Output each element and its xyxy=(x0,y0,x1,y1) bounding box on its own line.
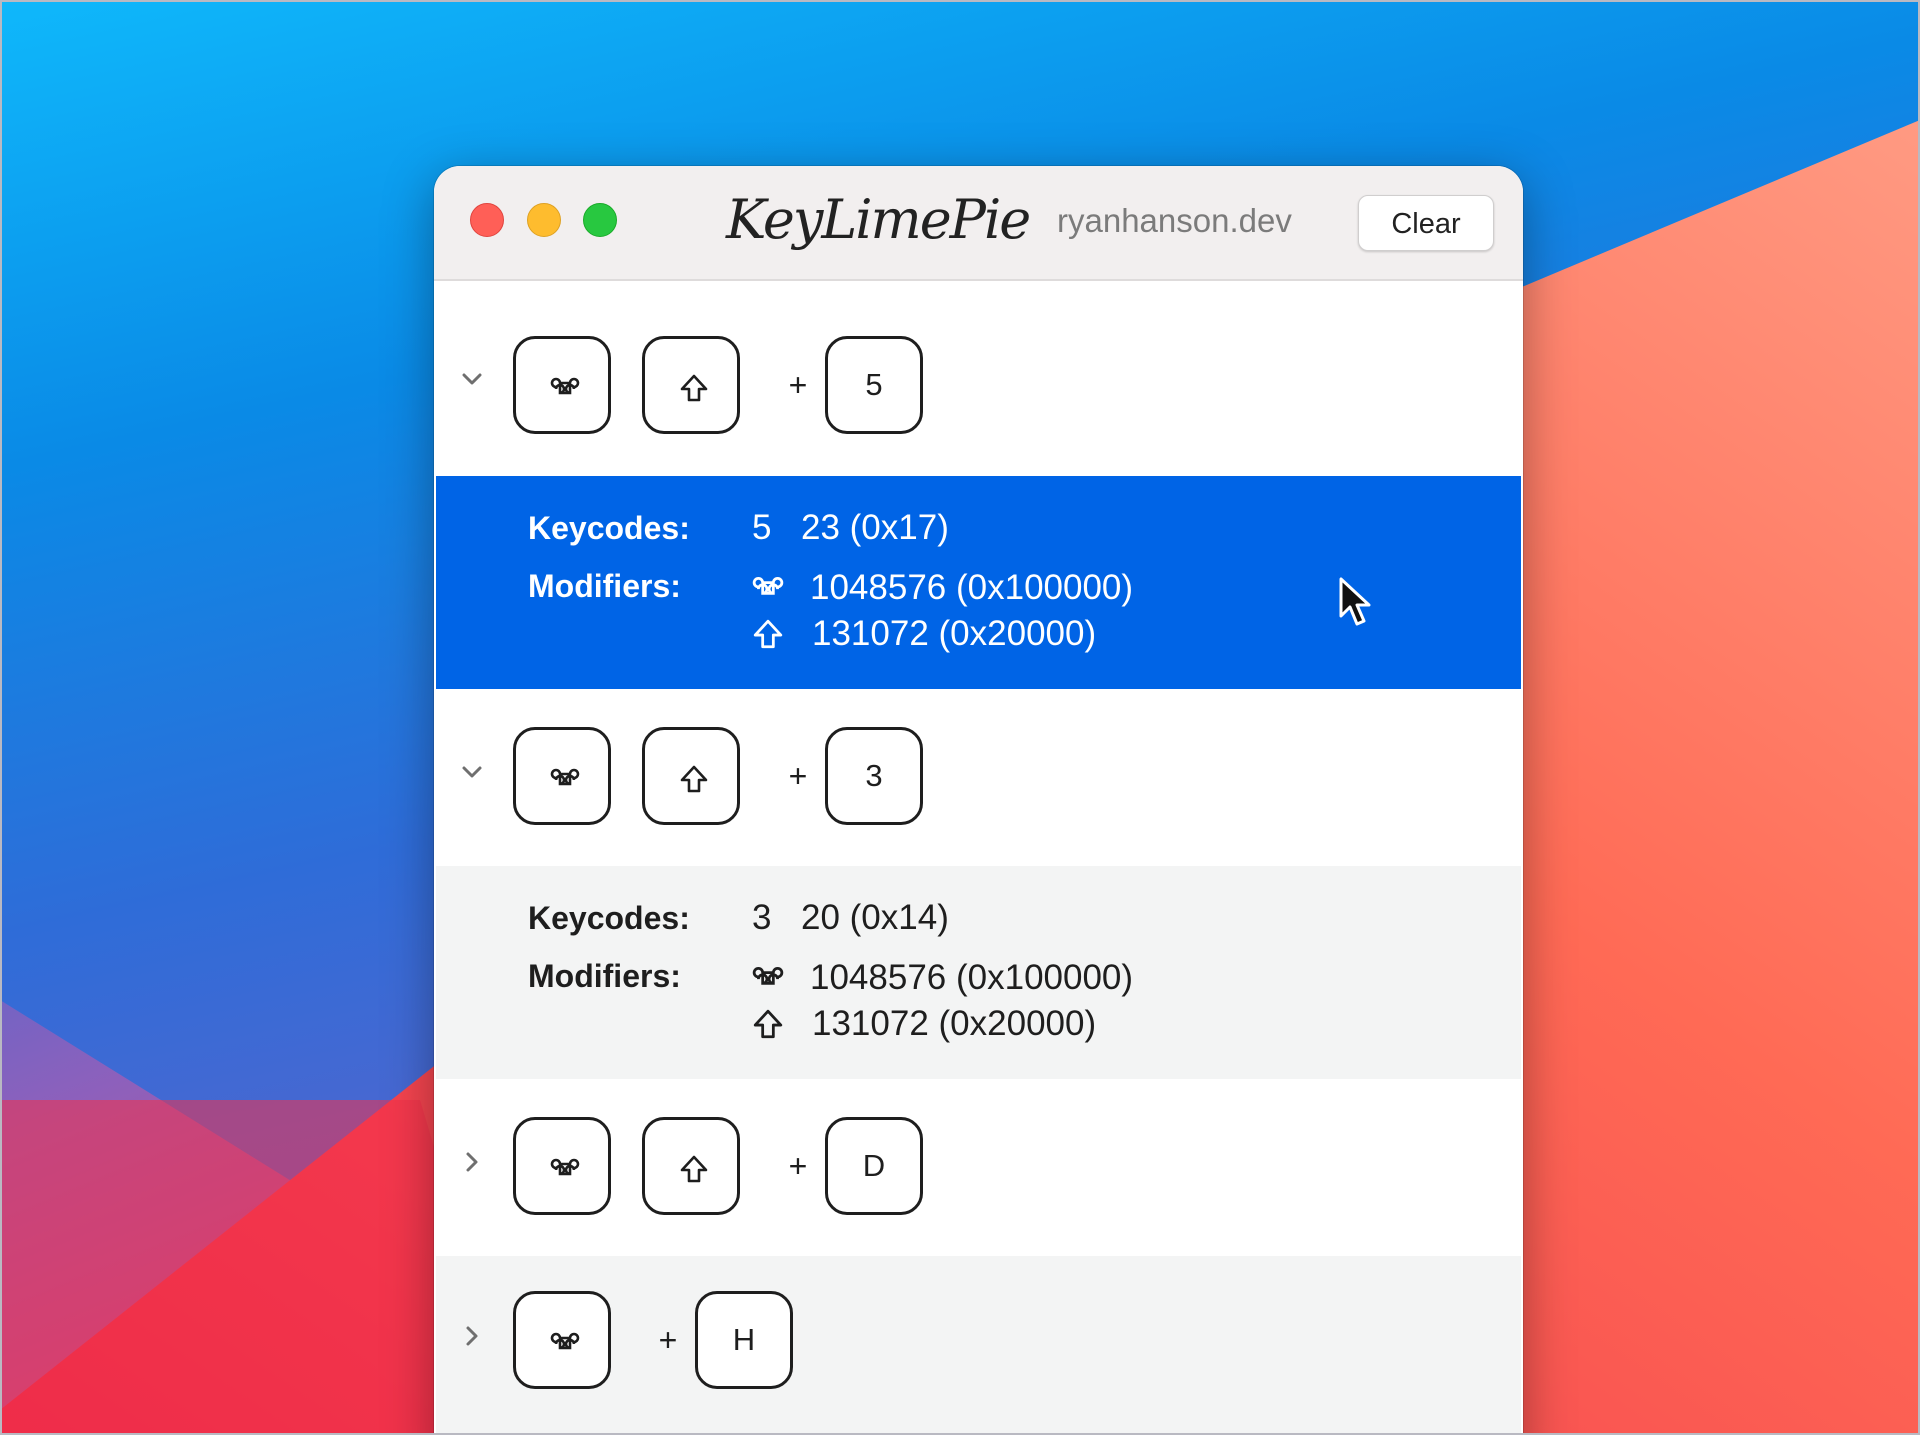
shift-icon xyxy=(680,374,708,402)
plus-sign: + xyxy=(788,1148,808,1184)
chevron-right-icon[interactable] xyxy=(458,1148,486,1176)
shift-icon xyxy=(753,1009,783,1039)
close-button[interactable] xyxy=(470,203,504,237)
shortcut-detail[interactable]: Keycodes: 3 20 (0x14) Modifiers: 1048576… xyxy=(436,866,1521,1079)
key-main: H xyxy=(695,1291,793,1389)
shortcut-row[interactable]: + 3 xyxy=(436,689,1521,866)
command-icon xyxy=(752,577,784,595)
key-command xyxy=(513,336,611,434)
command-icon xyxy=(550,768,580,786)
title-bar[interactable]: KeyLimePie ryanhanson.dev Clear xyxy=(434,166,1523,281)
keycodes-label: Keycodes: xyxy=(528,510,690,546)
keycodes-label: Keycodes: xyxy=(528,900,690,936)
modifier-value: 131072 (0x20000) xyxy=(812,1004,1097,1043)
shortcut-row[interactable]: + 5 xyxy=(436,281,1521,476)
modifiers-label: Modifiers: xyxy=(528,568,681,604)
minimize-button[interactable] xyxy=(527,203,561,237)
chevron-down-icon[interactable] xyxy=(458,758,486,786)
key-shift xyxy=(642,1117,740,1215)
modifier-value: 131072 (0x20000) xyxy=(812,614,1097,653)
shortcut-row[interactable]: + H xyxy=(436,1256,1521,1435)
shift-icon xyxy=(753,619,783,649)
clear-button[interactable]: Clear xyxy=(1358,195,1494,251)
key-command xyxy=(513,1291,611,1389)
modifiers-label: Modifiers: xyxy=(528,958,681,994)
shift-icon xyxy=(680,765,708,793)
shift-icon xyxy=(680,1155,708,1183)
key-main: 3 xyxy=(825,727,923,825)
keycode-value: 20 (0x14) xyxy=(801,898,949,937)
key-shift xyxy=(642,727,740,825)
key-main: D xyxy=(825,1117,923,1215)
modifier-value: 1048576 (0x100000) xyxy=(810,568,1134,607)
chevron-right-icon[interactable] xyxy=(458,1322,486,1350)
command-icon xyxy=(550,1332,580,1350)
command-icon xyxy=(752,967,784,985)
chevron-down-icon[interactable] xyxy=(458,365,486,393)
plus-sign: + xyxy=(788,367,808,403)
mouse-pointer-icon xyxy=(1339,577,1371,626)
app-window: KeyLimePie ryanhanson.dev Clear + 5 Keyc… xyxy=(434,166,1523,1435)
command-icon xyxy=(550,1158,580,1176)
modifier-value: 1048576 (0x100000) xyxy=(810,958,1134,997)
keycode-char: 3 xyxy=(752,898,772,937)
key-main: 5 xyxy=(825,336,923,434)
maximize-button[interactable] xyxy=(583,203,617,237)
plus-sign: + xyxy=(788,758,808,794)
keycode-char: 5 xyxy=(752,508,772,547)
shortcut-row[interactable]: + D xyxy=(436,1079,1521,1256)
keycode-value: 23 (0x17) xyxy=(801,508,949,547)
app-domain-link[interactable]: ryanhanson.dev xyxy=(1057,196,1292,246)
command-icon xyxy=(550,377,580,395)
app-logo: KeyLimePie xyxy=(726,188,1031,251)
plus-sign: + xyxy=(658,1322,678,1358)
key-shift xyxy=(642,336,740,434)
key-command xyxy=(513,1117,611,1215)
key-command xyxy=(513,727,611,825)
